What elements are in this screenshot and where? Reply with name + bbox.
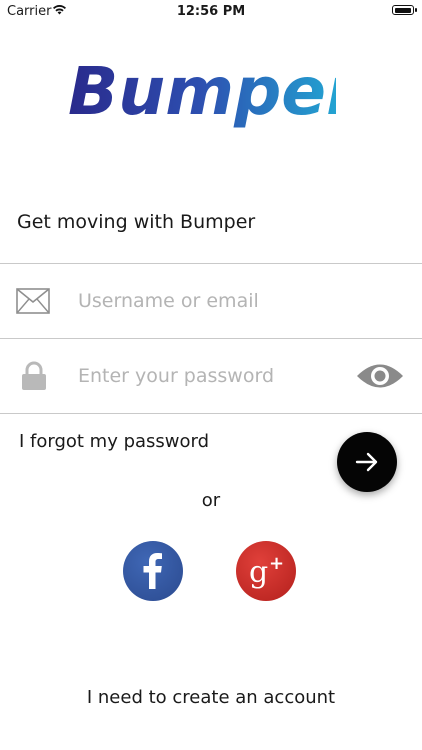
divider xyxy=(0,413,422,414)
svg-text:+: + xyxy=(269,553,284,574)
clock: 12:56 PM xyxy=(176,4,246,19)
arrow-right-icon xyxy=(355,452,378,472)
create-account-link[interactable]: I need to create an account xyxy=(0,687,422,708)
google-plus-login-button[interactable]: g + xyxy=(236,541,296,601)
battery-icon xyxy=(392,5,417,15)
username-input[interactable] xyxy=(78,264,348,338)
facebook-icon xyxy=(143,553,162,589)
password-row xyxy=(0,339,422,413)
login-submit-button[interactable] xyxy=(337,432,397,492)
bumper-logo: Bumper xyxy=(66,50,362,140)
username-row xyxy=(0,264,422,338)
svg-text:g: g xyxy=(249,555,268,590)
password-input[interactable] xyxy=(78,339,348,413)
facebook-login-button[interactable] xyxy=(123,541,183,601)
google-plus-icon: g + xyxy=(249,553,284,590)
logo-text: Bumper xyxy=(68,53,336,130)
show-password-eye-icon[interactable] xyxy=(355,359,405,393)
or-separator: or xyxy=(201,490,221,511)
lock-icon xyxy=(21,361,47,395)
envelope-icon xyxy=(16,288,50,318)
forgot-password-link[interactable]: I forgot my password xyxy=(19,431,209,452)
tagline: Get moving with Bumper xyxy=(17,211,256,233)
status-bar: Carrier 12:56 PM xyxy=(0,0,422,22)
